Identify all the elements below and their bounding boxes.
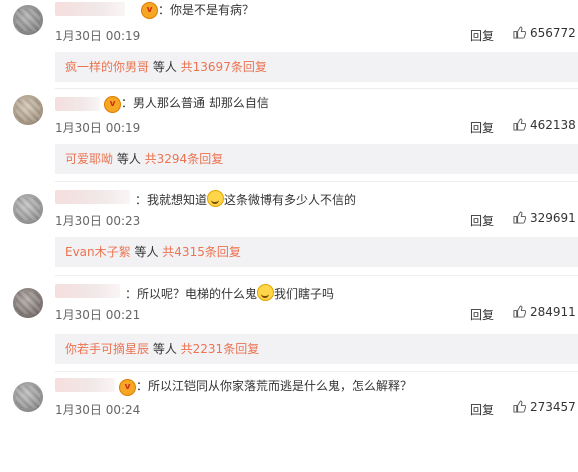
avatar[interactable] [13, 382, 43, 412]
comment-item: ：我就想知道 这条微博有多少人不信的 1月30日 00:23 回复 329691 … [0, 190, 578, 284]
divider [55, 275, 578, 276]
comment-item: v ：男人那么普通 却那么自信 1月30日 00:19 回复 462138 可爱… [0, 95, 578, 189]
comment-time: 1月30日 00:24 [55, 403, 141, 417]
divider [55, 88, 578, 89]
smile-emoji-icon [207, 190, 225, 207]
sub-reply-text: 等人 [130, 245, 163, 259]
like-count: 462138 [530, 118, 576, 132]
thumbs-up-icon [513, 211, 526, 224]
comment-text: ：所以呢？电梯的什么鬼 我们瞎子吗 [125, 284, 334, 303]
sub-reply-count-link[interactable]: 共4315条回复 [162, 245, 241, 259]
reply-button[interactable]: 回复 [470, 306, 494, 323]
sub-reply-bar: 你若手可摘星辰 等人 共2231条回复 [55, 334, 578, 364]
thumbs-up-icon [513, 305, 526, 318]
comment-item: v ：你是不是有病？ 1月30日 00:19 回复 656772 疯一样的你男哥… [0, 0, 578, 94]
like-count: 273457 [530, 400, 576, 414]
comment-text: ：我就想知道 这条微博有多少人不信的 [135, 190, 356, 209]
sub-reply-user-link[interactable]: Evan木子絮 [65, 245, 131, 259]
divider [55, 181, 578, 182]
vip-badge-icon: v [141, 2, 158, 19]
commenter-name-blurred[interactable] [55, 190, 130, 204]
like-button[interactable]: 273457 [513, 400, 576, 414]
sub-reply-count-link[interactable]: 共2231条回复 [181, 342, 260, 356]
comment-time: 1月30日 00:21 [55, 308, 141, 322]
comment-time: 1月30日 00:19 [55, 29, 141, 43]
comment-text: ：所以江铠同从你家落荒而逃是什么鬼，怎么解释？ [136, 378, 412, 395]
thumbs-up-icon [513, 400, 526, 413]
sub-reply-bar: Evan木子絮 等人 共4315条回复 [55, 237, 578, 267]
thumbs-up-icon [513, 118, 526, 131]
comment-item: v ：所以江铠同从你家落荒而逃是什么鬼，怎么解释？ 1月30日 00:24 回复… [0, 378, 578, 472]
sub-reply-user-link[interactable]: 疯一样的你男哥 [65, 60, 149, 74]
sub-reply-user-link[interactable]: 可爱耶呦 [65, 152, 113, 166]
sub-reply-text: 等人 [149, 60, 181, 74]
avatar[interactable] [13, 194, 43, 224]
comment-text-part: ：我就想知道 [135, 193, 208, 207]
like-button[interactable]: 462138 [513, 118, 576, 132]
comment-text-part: ：所以呢？电梯的什么鬼 [125, 287, 258, 301]
reply-button[interactable]: 回复 [470, 27, 494, 44]
like-count: 656772 [530, 26, 576, 40]
avatar[interactable] [13, 95, 43, 125]
sub-reply-count-link[interactable]: 共13697条回复 [181, 60, 267, 74]
grin-emoji-icon [257, 284, 275, 301]
like-count: 329691 [530, 211, 576, 225]
sub-reply-count-link[interactable]: 共3294条回复 [145, 152, 224, 166]
reply-button[interactable]: 回复 [470, 401, 494, 418]
avatar[interactable] [13, 5, 43, 35]
like-button[interactable]: 284911 [513, 305, 576, 319]
sub-reply-user-link[interactable]: 你若手可摘星辰 [65, 342, 149, 356]
comment-text-part: 我们瞎子吗 [274, 287, 335, 301]
comment-item: ：所以呢？电梯的什么鬼 我们瞎子吗 1月30日 00:21 回复 284911 你… [0, 284, 578, 378]
comment-text: ：你是不是有病？ [158, 2, 254, 19]
comment-text-part: ：你是不是有病？ [158, 3, 255, 17]
like-button[interactable]: 329691 [513, 211, 576, 225]
commenter-name-blurred[interactable] [55, 378, 115, 392]
commenter-name-blurred[interactable] [55, 97, 100, 111]
sub-reply-bar: 疯一样的你男哥 等人 共13697条回复 [55, 52, 578, 82]
divider [55, 371, 578, 372]
like-count: 284911 [530, 305, 576, 319]
commenter-name-blurred[interactable] [55, 284, 120, 298]
avatar[interactable] [13, 288, 43, 318]
comment-text-part: 这条微博有多少人不信的 [224, 193, 357, 207]
vip-badge-icon: v [104, 96, 121, 113]
sub-reply-text: 等人 [149, 342, 181, 356]
comment-text-part: ：男人那么普通 却那么自信 [121, 96, 269, 110]
sub-reply-bar: 可爱耶呦 等人 共3294条回复 [55, 144, 578, 174]
reply-button[interactable]: 回复 [470, 212, 494, 229]
comment-text-part: ：所以江铠同从你家落荒而逃是什么鬼，怎么解释？ [136, 379, 413, 393]
comment-time: 1月30日 00:23 [55, 214, 141, 228]
commenter-name-blurred[interactable] [55, 2, 125, 16]
vip-badge-icon: v [119, 379, 136, 396]
reply-button[interactable]: 回复 [470, 119, 494, 136]
sub-reply-text: 等人 [113, 152, 145, 166]
thumbs-up-icon [513, 26, 526, 39]
comment-time: 1月30日 00:19 [55, 121, 141, 135]
like-button[interactable]: 656772 [513, 26, 576, 40]
comment-text: ：男人那么普通 却那么自信 [121, 95, 269, 112]
